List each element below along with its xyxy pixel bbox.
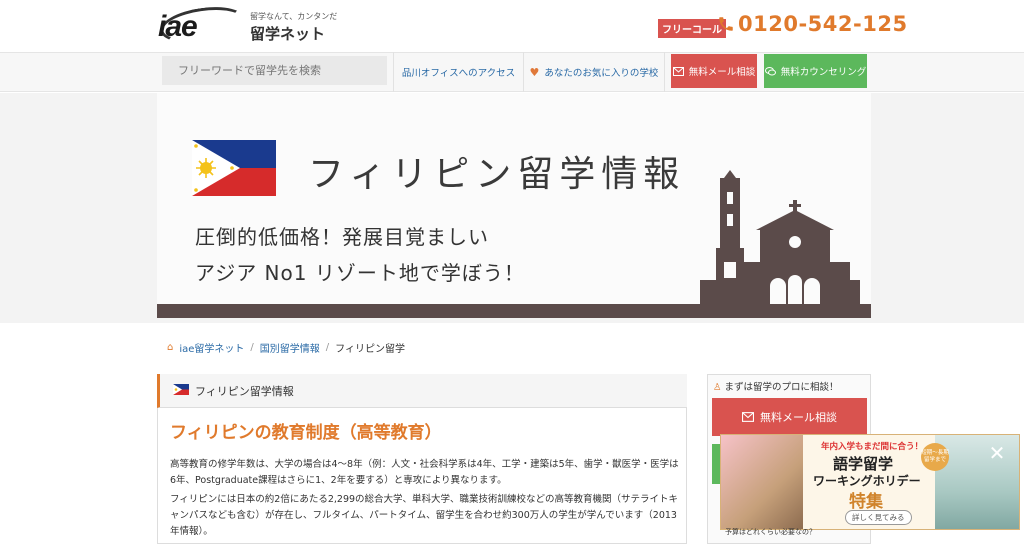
hero-tagline-2: アジア No1 リゾート地で学ぼう！ <box>195 261 525 285</box>
counseling-label: 無料カウンセリング <box>780 67 867 78</box>
sidebar-mail-label: 無料メール相談 <box>760 411 837 424</box>
nav-favorites-link[interactable]: ♥ あなたのお気に入りの学校 <box>523 52 665 92</box>
logo-tagline: 留学なんて、カンタンだ <box>250 12 338 21</box>
breadcrumb: ⌂ iae留学ネット / 国別留学情報 / フィリピン留学 <box>167 340 405 355</box>
article-title: フィリピンの教育制度（高等教育） <box>170 423 442 443</box>
mail-consult-button[interactable]: 無料メール相談 <box>671 54 757 88</box>
sidebar-mail-button[interactable]: 無料メール相談 <box>712 398 867 436</box>
promo-banner[interactable]: 年内入学もまだ間に合う！ 語学留学 ワーキングホリデー 特集 詳しく見てみる 短… <box>720 434 1020 530</box>
philippines-flag-icon <box>192 140 276 196</box>
promo-footer-text: 予算はどれくらい必要なの？ <box>725 528 816 536</box>
hero-title: フィリピン留学情報 <box>308 154 686 195</box>
breadcrumb-current: フィリピン留学 <box>335 344 405 355</box>
mail-consult-label: 無料メール相談 <box>688 67 756 78</box>
site-logo[interactable]: iae 留学なんて、カンタンだ 留学ネット <box>158 2 338 48</box>
promo-photo-students <box>721 435 803 529</box>
logo-mark: iae <box>158 10 198 43</box>
heart-icon: ♥ <box>529 65 540 79</box>
nav-access-label: 品川オフィスへのアクセス <box>401 68 516 79</box>
promo-subtitle: 年内入学もまだ間に合う！ <box>821 442 924 452</box>
phone-icon <box>719 17 733 31</box>
church-illustration-icon <box>700 170 860 304</box>
hero-tagline-1: 圧倒的低価格！発展目覚ましい <box>195 225 489 249</box>
envelope-icon <box>742 412 754 422</box>
sidebar-heading-label: まずは留学のプロに相談！ <box>724 382 839 393</box>
promo-title-3: 特集 <box>849 492 883 512</box>
philippines-flag-small-icon <box>173 384 189 395</box>
freecall-badge: フリーコール <box>658 19 726 38</box>
promo-detail-button[interactable]: 詳しく見てみる <box>845 510 912 525</box>
section-header-label: フィリピン留学情報 <box>195 385 294 398</box>
hero-bottom-bar <box>157 304 871 318</box>
promo-title-1: 語学留学 <box>833 455 894 473</box>
logo-name: 留学ネット <box>250 25 326 43</box>
close-icon[interactable]: ✕ <box>986 442 1008 464</box>
breadcrumb-level2[interactable]: 国別留学情報 <box>260 340 320 355</box>
consultant-icon: ♙ <box>713 382 725 393</box>
breadcrumb-separator: / <box>250 342 254 353</box>
sidebar-heading: ♙ まずは留学のプロに相談！ <box>713 379 839 393</box>
article-paragraph-1: 高等教育の修学年数は、大学の場合は4〜8年（例：人文・社会科学系は4年、工学・建… <box>170 459 679 486</box>
home-icon: ⌂ <box>167 342 174 353</box>
nav-access-link[interactable]: 品川オフィスへのアクセス <box>393 52 523 92</box>
envelope-icon <box>672 66 684 76</box>
chat-icon <box>764 66 776 75</box>
article-paragraph-2: フィリピンには日本の約2倍にあたる2,299の総合大学、単科大学、職業技術訓練校… <box>170 494 679 537</box>
promo-badge: 短期〜長期留学まで <box>921 443 949 471</box>
breadcrumb-home[interactable]: iae留学ネット <box>179 340 244 355</box>
search-input[interactable] <box>162 56 387 85</box>
nav-favorites-label: あなたのお気に入りの学校 <box>544 68 659 79</box>
counseling-button[interactable]: 無料カウンセリング <box>764 54 867 88</box>
phone-number[interactable]: 0120-542-125 <box>738 12 908 36</box>
breadcrumb-separator: / <box>325 342 330 353</box>
